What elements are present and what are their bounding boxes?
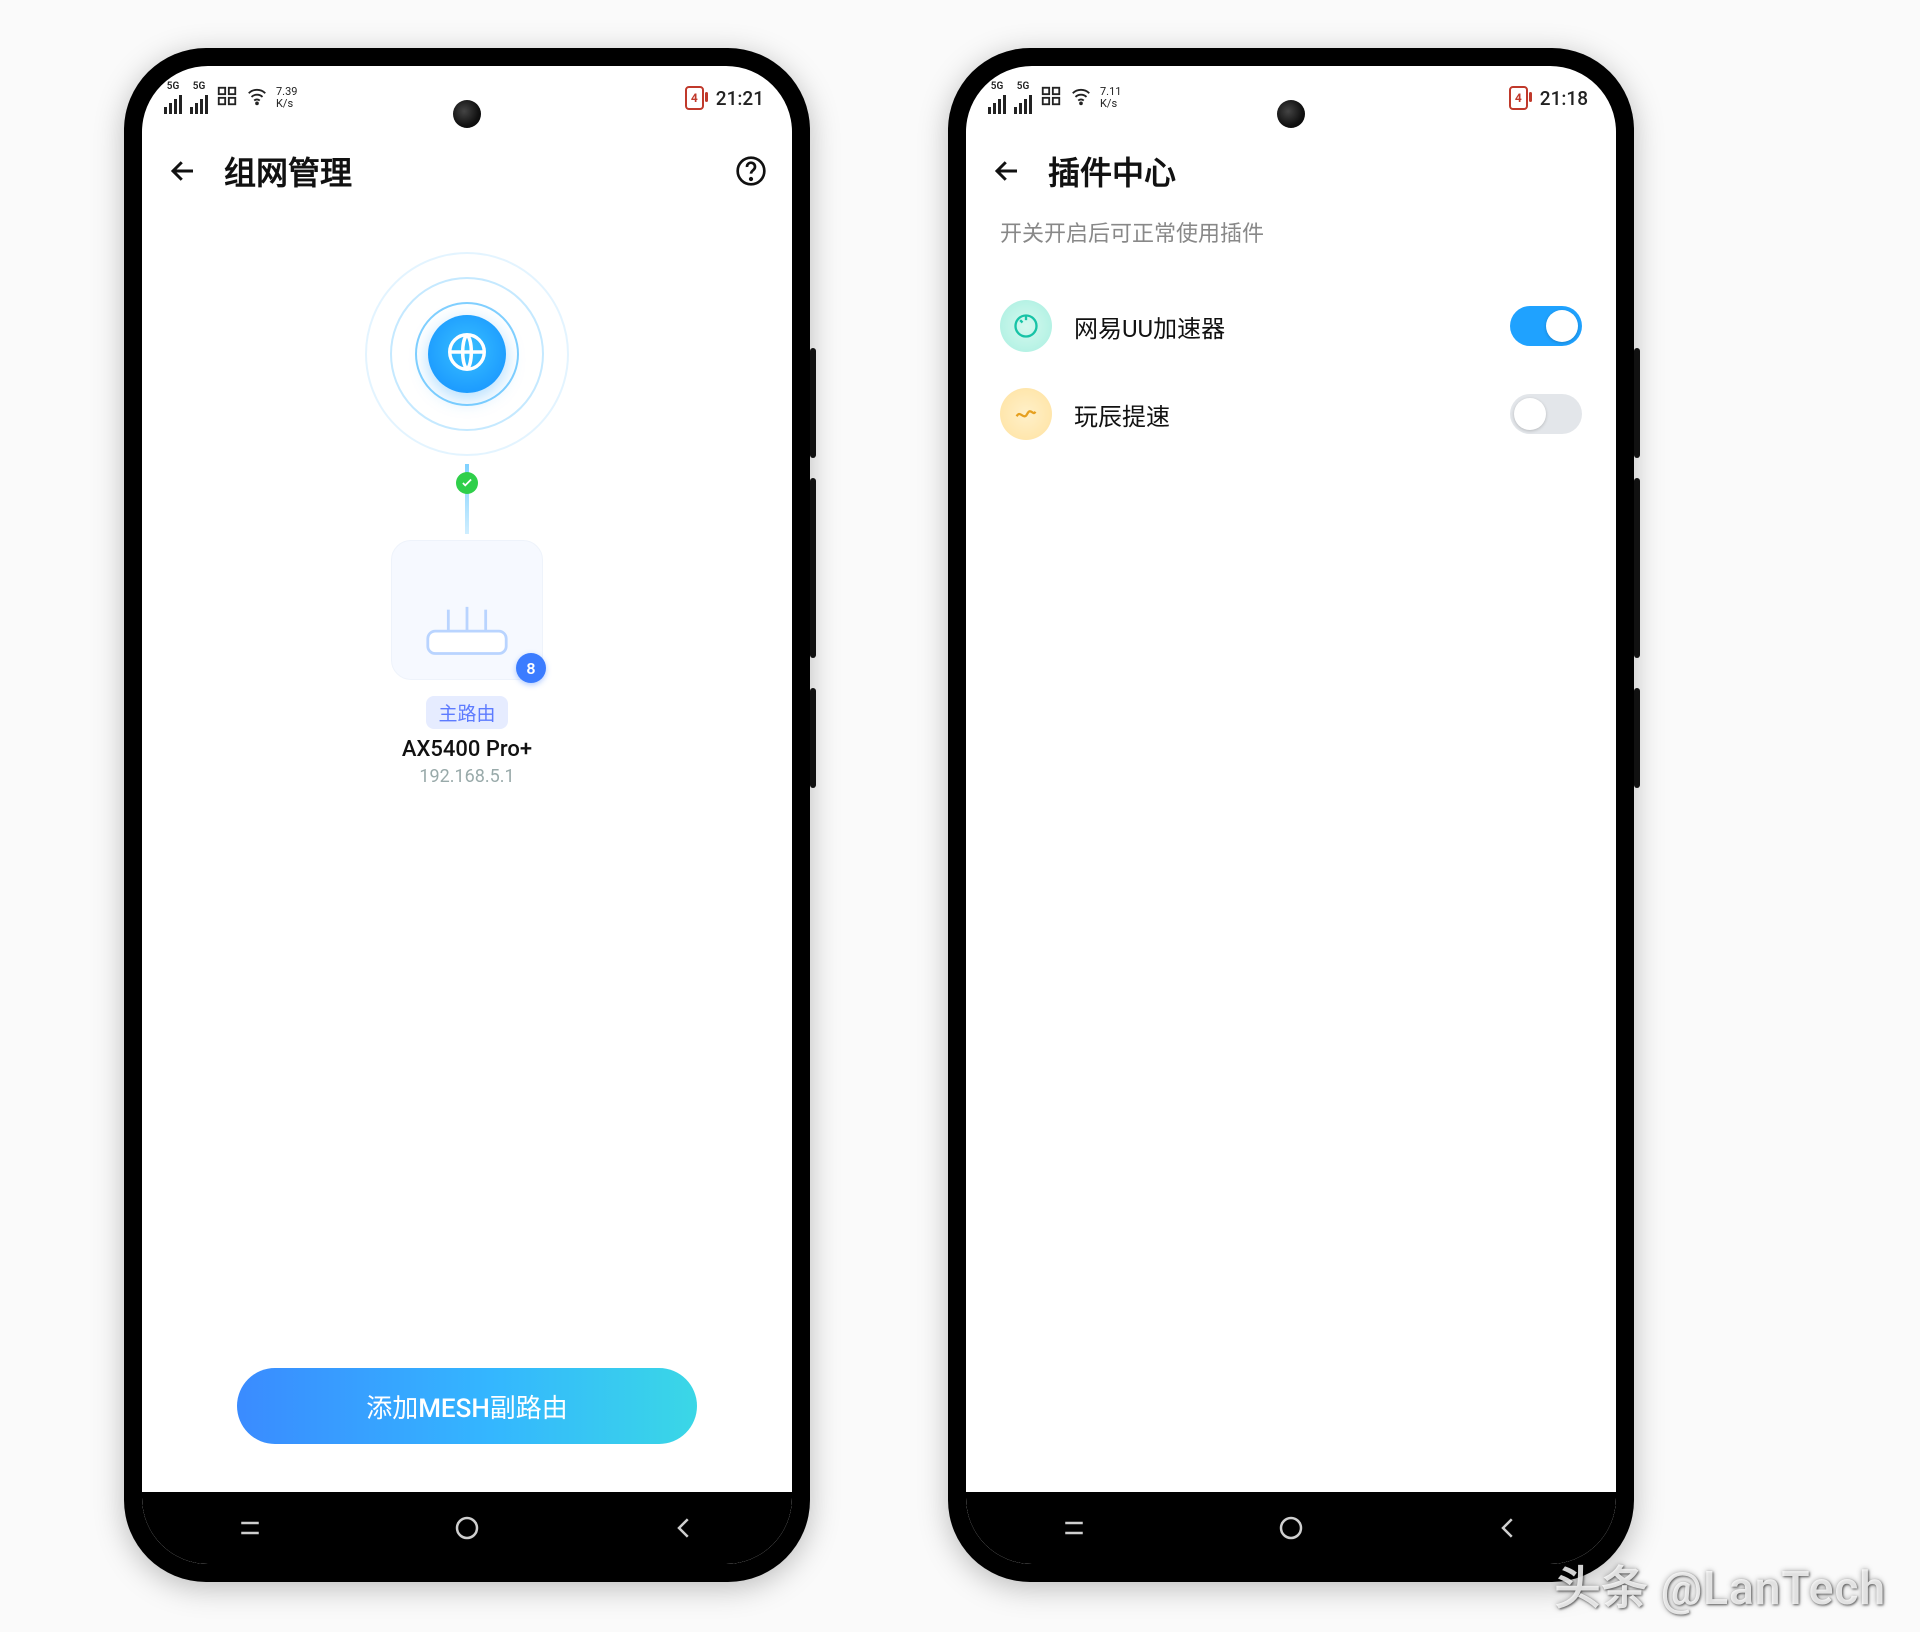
help-button[interactable] bbox=[732, 152, 770, 190]
page-title: 插件中心 bbox=[1048, 148, 1594, 194]
router-name: AX5400 Pro+ bbox=[402, 737, 532, 762]
router-icon bbox=[419, 605, 515, 661]
connection-line bbox=[465, 464, 469, 534]
nav-recents[interactable] bbox=[966, 1513, 1183, 1543]
wifi-icon bbox=[1070, 85, 1092, 112]
android-navbar bbox=[966, 1492, 1616, 1564]
clock: 21:18 bbox=[1540, 87, 1588, 110]
front-camera bbox=[1277, 100, 1305, 128]
plugin-name: 网易UU加速器 bbox=[1074, 309, 1488, 344]
wanchen-icon bbox=[1000, 388, 1052, 440]
grid-icon bbox=[1040, 85, 1062, 112]
grid-icon bbox=[216, 85, 238, 112]
nav-back[interactable] bbox=[1399, 1513, 1616, 1543]
internet-node bbox=[357, 244, 577, 464]
router-tag: 主路由 bbox=[426, 696, 507, 729]
uu-accelerator-icon bbox=[1000, 300, 1052, 352]
router-card[interactable]: 8 bbox=[391, 540, 543, 680]
check-icon bbox=[456, 472, 478, 494]
back-button[interactable] bbox=[988, 152, 1026, 190]
device-count-badge: 8 bbox=[516, 653, 546, 683]
plugin-toggle-uu[interactable] bbox=[1510, 306, 1582, 346]
wifi-icon bbox=[246, 85, 268, 112]
add-mesh-button[interactable]: 添加MESH副路由 bbox=[237, 1368, 697, 1444]
router-ip: 192.168.5.1 bbox=[419, 766, 514, 787]
nav-home[interactable] bbox=[1183, 1513, 1400, 1543]
clock: 21:21 bbox=[716, 87, 764, 110]
net-speed-unit: K/s bbox=[1100, 98, 1121, 110]
watermark: 头条 @LanTech bbox=[1554, 1552, 1886, 1618]
plugin-name: 玩辰提速 bbox=[1074, 397, 1488, 432]
nav-home[interactable] bbox=[359, 1513, 576, 1543]
plugin-toggle-wanchen[interactable] bbox=[1510, 394, 1582, 434]
plugin-row-wanchen[interactable]: 玩辰提速 bbox=[982, 370, 1600, 458]
battery-icon: 4 bbox=[1509, 86, 1528, 110]
nav-recents[interactable] bbox=[142, 1513, 359, 1543]
front-camera bbox=[453, 100, 481, 128]
page-subtitle: 开关开启后可正常使用插件 bbox=[966, 206, 1616, 252]
net-speed-unit: K/s bbox=[276, 98, 297, 110]
plugin-row-uu[interactable]: 网易UU加速器 bbox=[982, 282, 1600, 370]
back-button[interactable] bbox=[164, 152, 202, 190]
nav-back[interactable] bbox=[575, 1513, 792, 1543]
android-navbar bbox=[142, 1492, 792, 1564]
page-title: 组网管理 bbox=[224, 148, 710, 194]
battery-icon: 4 bbox=[685, 86, 704, 110]
